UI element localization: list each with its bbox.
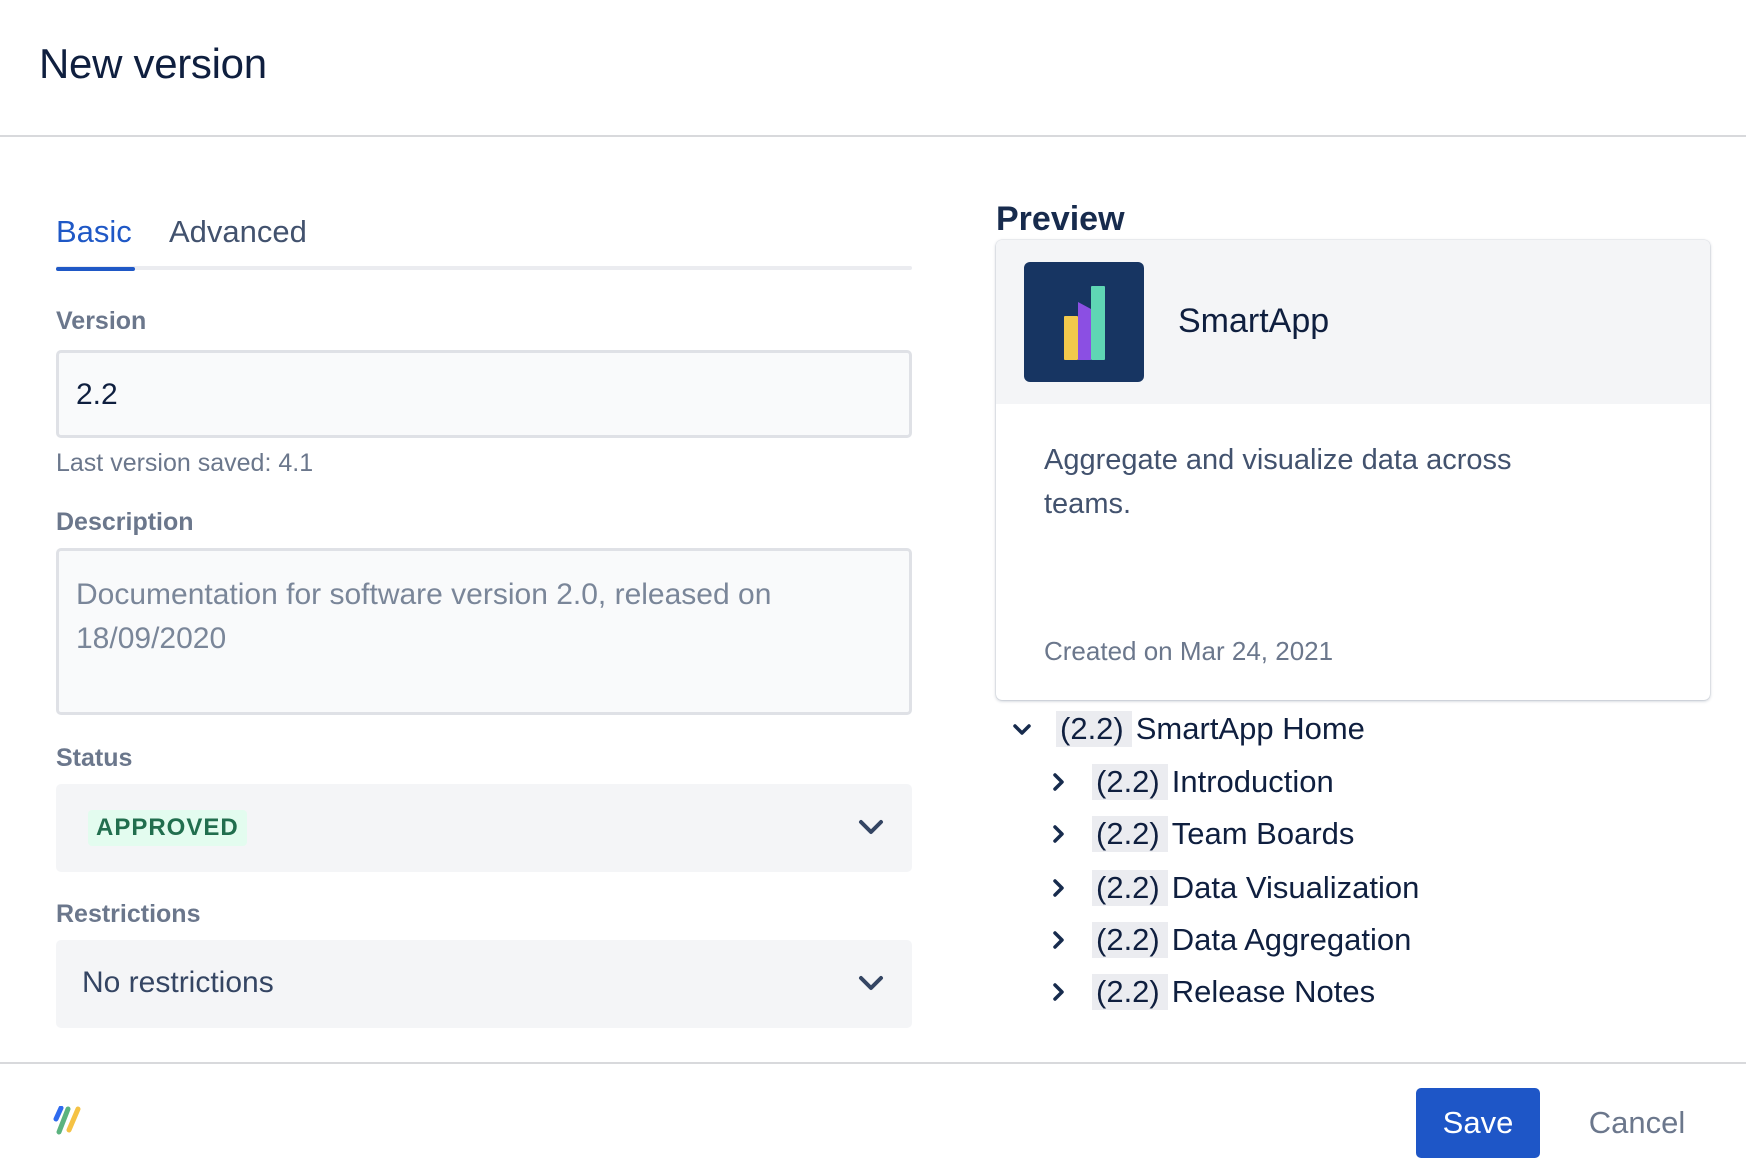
dialog-title: New version <box>39 40 267 87</box>
tab-basic-label: Basic <box>56 214 132 249</box>
status-select[interactable]: APPROVED <box>56 784 912 872</box>
version-label: Version <box>56 307 147 335</box>
tab-advanced[interactable]: Advanced <box>169 214 307 250</box>
preview-card-header: SmartApp <box>996 240 1710 404</box>
chevron-down-icon <box>859 976 883 990</box>
bar-chart-icon <box>1024 262 1144 382</box>
description-label: Description <box>56 508 194 536</box>
restrictions-select[interactable]: No restrictions <box>56 940 912 1028</box>
version-value: 2.2 <box>76 378 118 411</box>
description-placeholder: Documentation for software version 2.0, … <box>76 578 772 655</box>
chevron-right-icon[interactable] <box>1046 822 1070 846</box>
tree-item-title: Data Visualization <box>1171 870 1420 905</box>
status-badge: APPROVED <box>88 810 247 846</box>
restrictions-label: Restrictions <box>56 900 201 928</box>
tab-bar: Basic Advanced <box>56 214 912 271</box>
tree-item-version: (2.2) <box>1092 922 1168 958</box>
chevron-right-icon[interactable] <box>1046 770 1070 794</box>
tree-item[interactable]: (2.2) Data Aggregation <box>1046 920 1411 960</box>
save-button[interactable]: Save <box>1416 1088 1540 1158</box>
tab-track <box>56 266 912 270</box>
tree-item-title: Introduction <box>1171 764 1334 799</box>
chevron-right-icon[interactable] <box>1046 876 1070 900</box>
dialog-header: New version <box>0 0 1746 137</box>
tree-item-version: (2.2) <box>1092 974 1168 1010</box>
tree-item[interactable]: (2.2) Team Boards <box>1046 814 1354 854</box>
cancel-button[interactable]: Cancel <box>1560 1088 1714 1158</box>
chevron-right-icon[interactable] <box>1046 928 1070 952</box>
preview-title: Preview <box>996 200 1125 238</box>
tab-basic[interactable]: Basic <box>56 214 135 271</box>
tree-item[interactable]: (2.2) Introduction <box>1046 762 1334 802</box>
chevron-down-icon[interactable] <box>1010 717 1034 741</box>
tree-item[interactable]: (2.2) Data Visualization <box>1046 868 1419 908</box>
app-logo-icon <box>53 1106 81 1135</box>
tree-item-title: Team Boards <box>1171 816 1355 851</box>
version-input[interactable]: 2.2 <box>56 350 912 438</box>
tree-item-title: Data Aggregation <box>1171 922 1412 957</box>
tree-item-version: (2.2) <box>1056 711 1132 747</box>
status-label: Status <box>56 744 133 772</box>
tree-item-version: (2.2) <box>1092 816 1168 852</box>
tab-advanced-label: Advanced <box>169 214 307 249</box>
app-description: Aggregate and visualize data across team… <box>1044 444 1512 520</box>
preview-card: SmartApp Aggregate and visualize data ac… <box>996 240 1710 700</box>
chevron-down-icon <box>859 820 883 834</box>
app-name: SmartApp <box>1178 302 1330 340</box>
tree-item-title: SmartApp Home <box>1135 711 1365 746</box>
tree-item-title: Release Notes <box>1171 974 1376 1009</box>
description-textarea[interactable]: Documentation for software version 2.0, … <box>56 548 912 715</box>
restrictions-value: No restrictions <box>82 966 274 999</box>
tree-item-version: (2.2) <box>1092 870 1168 906</box>
tab-active-indicator <box>56 267 135 271</box>
chevron-right-icon[interactable] <box>1046 980 1070 1004</box>
tree-item-version: (2.2) <box>1092 764 1168 800</box>
tree-item[interactable]: (2.2) Release Notes <box>1046 972 1375 1012</box>
footer-divider <box>0 1062 1746 1064</box>
created-date: Created on Mar 24, 2021 <box>1044 636 1334 666</box>
tree-item-root[interactable]: (2.2) SmartApp Home <box>1010 709 1365 749</box>
last-version-hint: Last version saved: 4.1 <box>56 449 314 477</box>
